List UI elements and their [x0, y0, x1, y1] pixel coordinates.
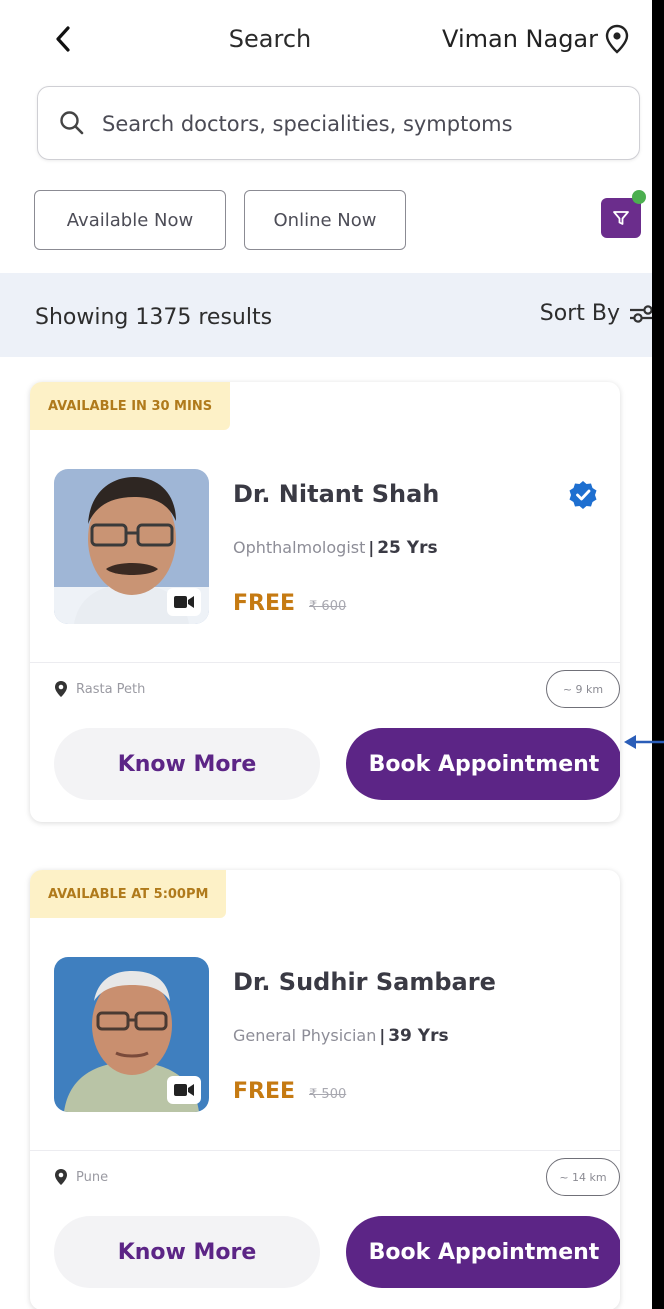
distance-pill: ~ 14 km: [546, 1158, 620, 1196]
consult-price: FREE ₹ 600: [233, 591, 346, 616]
doctor-card[interactable]: AVAILABLE IN 30 MINS Dr. Nitant Shah Oph…: [30, 382, 620, 822]
location-pin-icon: [605, 24, 629, 54]
old-price: ₹ 500: [309, 1087, 347, 1102]
doctor-name[interactable]: Dr. Nitant Shah: [233, 480, 439, 508]
search-input[interactable]: [100, 97, 624, 151]
doctor-speciality: Ophthalmologist | 25 Yrs: [233, 538, 438, 558]
annotation-arrow-icon: [624, 735, 664, 749]
filter-active-dot: [632, 190, 646, 204]
filter-button[interactable]: [601, 190, 646, 238]
location-pin-icon: [55, 681, 67, 697]
funnel-icon: [613, 211, 629, 225]
chip-available-now[interactable]: Available Now: [34, 190, 226, 250]
doctor-photo: [54, 957, 209, 1112]
page: Search Viman Nagar Available Now Online …: [0, 0, 652, 1309]
doctor-name[interactable]: Dr. Sudhir Sambare: [233, 968, 496, 996]
chip-online-now[interactable]: Online Now: [244, 190, 406, 250]
search-icon: [60, 111, 84, 135]
results-bar: Showing 1375 results Sort By: [0, 273, 652, 357]
divider: [30, 1150, 620, 1151]
video-consult-icon: [167, 588, 201, 616]
screen-edge: [652, 0, 664, 1309]
clinic-location: Rasta Peth: [54, 680, 145, 698]
verified-badge-icon: [569, 481, 597, 509]
location-pin-icon: [55, 1169, 67, 1185]
location-label: Viman Nagar: [442, 25, 598, 53]
location-selector[interactable]: Viman Nagar: [442, 24, 630, 54]
screen: Search Viman Nagar Available Now Online …: [0, 0, 664, 1309]
doctor-speciality: General Physician | 39 Yrs: [233, 1026, 449, 1046]
video-consult-icon: [167, 1076, 201, 1104]
sort-label: Sort By: [539, 301, 620, 326]
book-appointment-button[interactable]: Book Appointment: [346, 1216, 620, 1288]
divider: [30, 662, 620, 663]
distance-pill: ~ 9 km: [546, 670, 620, 708]
know-more-button[interactable]: Know More: [54, 1216, 320, 1288]
clinic-location: Pune: [54, 1168, 108, 1186]
doctor-photo: [54, 469, 209, 624]
availability-badge: AVAILABLE AT 5:00PM: [30, 870, 227, 918]
price-free: FREE: [233, 1079, 296, 1104]
consult-price: FREE ₹ 500: [233, 1079, 346, 1104]
doctor-card[interactable]: AVAILABLE AT 5:00PM Dr. Sudhir Sambare G…: [30, 870, 620, 1309]
book-appointment-button[interactable]: Book Appointment: [346, 728, 620, 800]
sliders-icon: [630, 304, 652, 323]
sort-button[interactable]: Sort By: [540, 301, 652, 326]
search-box[interactable]: [37, 86, 640, 160]
price-free: FREE: [233, 591, 296, 616]
availability-badge: AVAILABLE IN 30 MINS: [30, 382, 231, 430]
old-price: ₹ 600: [309, 599, 347, 614]
results-count: Showing 1375 results: [35, 305, 273, 330]
know-more-button[interactable]: Know More: [54, 728, 320, 800]
